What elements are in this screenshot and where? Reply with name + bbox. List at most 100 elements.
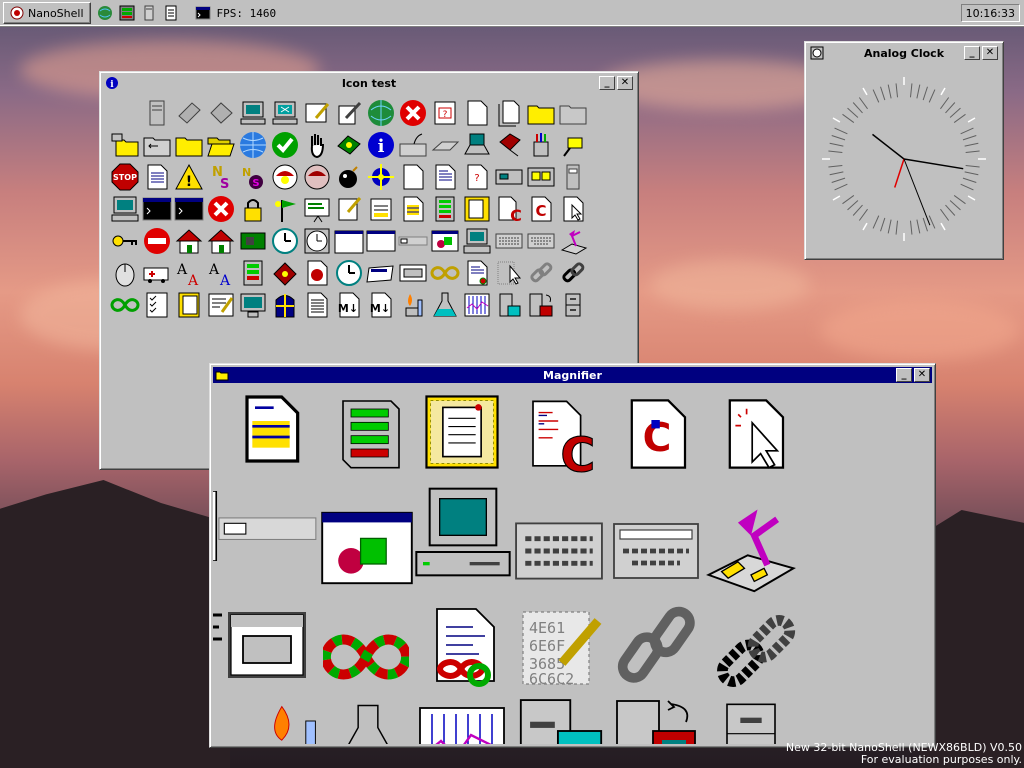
text-document-icon[interactable] — [429, 161, 461, 193]
analog-clock-titlebar[interactable]: Analog Clock _ ✕ — [808, 45, 1000, 61]
link-icon[interactable] — [525, 257, 557, 289]
monitor-settings-icon[interactable] — [237, 289, 269, 321]
markdown-icon[interactable]: M↓ — [333, 289, 365, 321]
info-icon[interactable]: i — [365, 129, 397, 161]
c-source-icon[interactable]: C — [493, 193, 525, 225]
laptop-icon[interactable] — [461, 129, 493, 161]
keyboard-icon[interactable] — [493, 225, 525, 257]
error-icon[interactable] — [205, 193, 237, 225]
window-icon[interactable] — [365, 257, 397, 289]
compass-icon[interactable] — [365, 161, 397, 193]
help-document-icon[interactable]: ? — [461, 161, 493, 193]
book-red-icon[interactable] — [269, 257, 301, 289]
magnifier-icon[interactable] — [557, 129, 589, 161]
window-icon[interactable] — [397, 257, 429, 289]
drive-icon[interactable] — [205, 97, 237, 129]
internet-globe-icon[interactable] — [237, 129, 269, 161]
help-document-icon[interactable]: ? — [429, 97, 461, 129]
notepad-icon[interactable] — [333, 193, 365, 225]
warning-icon[interactable]: ! — [173, 161, 205, 193]
keyboard-icon[interactable] — [397, 129, 429, 161]
globe-icon[interactable] — [365, 97, 397, 129]
cabinet-network-icon[interactable] — [493, 289, 525, 321]
ns-logo-icon[interactable]: NS — [237, 161, 269, 193]
flask-icon[interactable] — [429, 289, 461, 321]
text-document-icon[interactable] — [461, 257, 493, 289]
task-manager-icon[interactable] — [237, 257, 269, 289]
globe-icon[interactable] — [97, 5, 113, 21]
nanoshell-icon[interactable] — [269, 161, 301, 193]
folder-icon[interactable] — [173, 129, 205, 161]
nanoshell-icon[interactable] — [301, 161, 333, 193]
notebook-icon[interactable] — [173, 289, 205, 321]
markdown-icon[interactable]: M↓ — [365, 289, 397, 321]
start-button[interactable]: NanoShell — [3, 2, 91, 24]
infinity-icon[interactable] — [429, 257, 461, 289]
device-manager-icon[interactable] — [525, 161, 557, 193]
computer-icon[interactable] — [109, 193, 141, 225]
minimize-button[interactable]: _ — [896, 368, 912, 382]
close-button[interactable]: ✕ — [914, 368, 930, 382]
document-icon[interactable] — [163, 5, 179, 21]
paint-icon[interactable] — [301, 97, 333, 129]
checklist-icon[interactable] — [141, 289, 173, 321]
key-icon[interactable] — [109, 225, 141, 257]
nanoshell-document-icon[interactable] — [301, 257, 333, 289]
folder-gray-icon[interactable] — [557, 97, 589, 129]
flag-icon[interactable] — [269, 193, 301, 225]
c-header-icon[interactable]: C — [525, 193, 557, 225]
folder-icon[interactable] — [525, 97, 557, 129]
folder-back-icon[interactable] — [141, 129, 173, 161]
bomb-icon[interactable] — [333, 161, 365, 193]
computer-icon[interactable] — [237, 97, 269, 129]
document-edit-icon[interactable] — [205, 289, 237, 321]
chart-icon[interactable] — [461, 289, 493, 321]
server-icon[interactable] — [141, 97, 173, 129]
notepad-icon[interactable] — [365, 193, 397, 225]
link-broken-icon[interactable] — [557, 257, 589, 289]
notepad-icon[interactable] — [461, 193, 493, 225]
stop-sign-icon[interactable]: STOP — [109, 161, 141, 193]
minimize-button[interactable]: _ — [599, 76, 615, 90]
pencils-icon[interactable] — [525, 129, 557, 161]
window-door-icon[interactable] — [269, 289, 301, 321]
drive-icon[interactable] — [141, 5, 157, 21]
terminal-icon[interactable] — [173, 193, 205, 225]
clock-icon[interactable] — [333, 257, 365, 289]
cursor-icon[interactable] — [493, 257, 525, 289]
keyboard-icon[interactable] — [429, 129, 461, 161]
folder-open-icon[interactable] — [205, 129, 237, 161]
clock-icon[interactable] — [269, 225, 301, 257]
hand-icon[interactable] — [301, 129, 333, 161]
check-icon[interactable] — [269, 129, 301, 161]
device-icon[interactable] — [493, 161, 525, 193]
close-button[interactable]: ✕ — [617, 76, 633, 90]
app-window-icon[interactable] — [429, 225, 461, 257]
fire-candle-icon[interactable] — [397, 289, 429, 321]
book-red-icon[interactable] — [493, 129, 525, 161]
document-icon[interactable] — [461, 97, 493, 129]
drive-icon[interactable] — [557, 161, 589, 193]
textbox-icon[interactable] — [397, 225, 429, 257]
folder-network-icon[interactable] — [109, 129, 141, 161]
cabinet-undo-icon[interactable] — [525, 289, 557, 321]
window-icon[interactable] — [365, 225, 397, 257]
no-entry-icon[interactable] — [141, 225, 173, 257]
infinity-icon[interactable] — [109, 289, 141, 321]
magnifier-titlebar[interactable]: Magnifier _ ✕ — [213, 367, 932, 383]
book-icon[interactable] — [333, 129, 365, 161]
desk-lamp-icon[interactable] — [557, 225, 589, 257]
drive-icon[interactable] — [173, 97, 205, 129]
chip-icon[interactable] — [237, 225, 269, 257]
network-computer-icon[interactable] — [269, 97, 301, 129]
text-document-icon[interactable] — [301, 289, 333, 321]
error-icon[interactable] — [397, 97, 429, 129]
text-file-icon[interactable] — [397, 193, 429, 225]
font-icon[interactable]: AA — [205, 257, 237, 289]
taskbar-clock[interactable]: 10:16:33 — [960, 4, 1020, 22]
pen-icon[interactable] — [333, 97, 365, 129]
lock-icon[interactable] — [237, 193, 269, 225]
task-manager-icon[interactable] — [429, 193, 461, 225]
icon-test-titlebar[interactable]: i Icon test _ ✕ — [103, 75, 635, 91]
documents-icon[interactable] — [493, 97, 525, 129]
